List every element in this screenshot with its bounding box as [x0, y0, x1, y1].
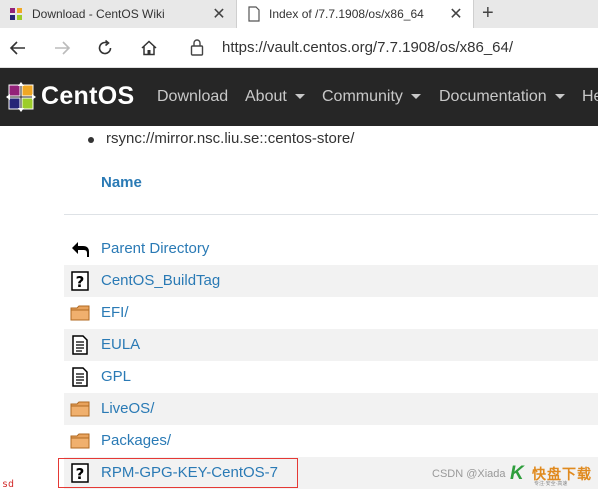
- new-tab-button[interactable]: +: [482, 2, 494, 25]
- lock-icon[interactable]: [190, 38, 204, 56]
- table-row: Parent Directory: [64, 233, 598, 265]
- home-icon: [141, 40, 157, 56]
- caret-down-icon: [410, 94, 421, 100]
- rsync-mirror-text: rsync://mirror.nsc.liu.se::centos-store/: [106, 130, 355, 147]
- text-file-icon: [72, 335, 88, 355]
- csdn-watermark: CSDN @Xiada: [432, 468, 506, 480]
- file-link[interactable]: EULA: [101, 336, 140, 353]
- nav-community[interactable]: Community: [322, 88, 421, 106]
- arrow-right-icon: [55, 41, 71, 55]
- arrow-left-icon: [9, 41, 25, 55]
- svg-text:?: ?: [76, 273, 85, 291]
- table-row: GPL: [64, 361, 598, 393]
- logo-subtext: 专注·安全·高速: [534, 481, 568, 487]
- table-row: LiveOS/: [64, 393, 598, 425]
- page-icon: [248, 6, 260, 22]
- file-link[interactable]: EFI/: [101, 304, 129, 321]
- logo-k-mark: K: [510, 463, 524, 484]
- nav-about[interactable]: About: [245, 88, 305, 106]
- close-tab-icon[interactable]: ✕: [210, 4, 228, 24]
- highlight-annotation: [58, 458, 298, 488]
- tab-centos-wiki[interactable]: Download - CentOS Wiki ✕: [0, 0, 236, 28]
- centos-favicon-icon: [10, 8, 22, 20]
- caret-down-icon: [554, 94, 565, 100]
- site-brand[interactable]: CentOS: [41, 82, 134, 111]
- tab-title: Index of /7.7.1908/os/x86_64: [269, 7, 424, 21]
- folder-icon: [70, 401, 90, 417]
- folder-icon: [70, 433, 90, 449]
- forward-button[interactable]: [50, 36, 74, 60]
- table-row: EFI/: [64, 297, 598, 329]
- reload-button[interactable]: [93, 36, 117, 60]
- reload-icon: [98, 39, 112, 55]
- bullet-icon: [88, 137, 94, 143]
- browser-tab-strip: Download - CentOS Wiki ✕ Index of /7.7.1…: [0, 0, 598, 28]
- corner-mark: sd: [2, 479, 15, 490]
- header-divider: [64, 214, 598, 215]
- site-navbar: CentOS Download About Community Document…: [0, 68, 598, 126]
- mirror-list-item: rsync://mirror.nsc.liu.se::centos-store/: [88, 130, 354, 147]
- back-button[interactable]: [6, 36, 30, 60]
- file-link[interactable]: GPL: [101, 368, 131, 385]
- home-button[interactable]: [137, 36, 161, 60]
- folder-icon: [70, 305, 90, 321]
- kuaipan-logo: K 快盘下载 专注·安全·高速: [510, 463, 598, 487]
- file-link[interactable]: Parent Directory: [101, 240, 209, 257]
- address-bar-url[interactable]: https://vault.centos.org/7.7.1908/os/x86…: [222, 39, 513, 56]
- unknown-file-icon: ?: [71, 271, 89, 291]
- text-file-icon: [72, 367, 88, 387]
- nav-help[interactable]: He: [582, 88, 598, 106]
- caret-down-icon: [294, 94, 305, 100]
- file-link[interactable]: Packages/: [101, 432, 171, 449]
- table-row: EULA: [64, 329, 598, 361]
- back-icon: [72, 242, 89, 257]
- centos-logo-icon[interactable]: [6, 82, 36, 112]
- table-row: ? CentOS_BuildTag: [64, 265, 598, 297]
- tab-title: Download - CentOS Wiki: [32, 7, 165, 21]
- close-tab-icon[interactable]: ✕: [447, 4, 465, 24]
- browser-toolbar: https://vault.centos.org/7.7.1908/os/x86…: [0, 28, 598, 68]
- table-row: Packages/: [64, 425, 598, 457]
- name-column-header[interactable]: Name: [101, 174, 142, 191]
- file-link[interactable]: CentOS_BuildTag: [101, 272, 220, 289]
- file-link[interactable]: LiveOS/: [101, 400, 154, 417]
- nav-documentation[interactable]: Documentation: [439, 88, 565, 106]
- tab-index-of[interactable]: Index of /7.7.1908/os/x86_64 ✕: [236, 0, 474, 28]
- nav-download[interactable]: Download: [157, 88, 228, 106]
